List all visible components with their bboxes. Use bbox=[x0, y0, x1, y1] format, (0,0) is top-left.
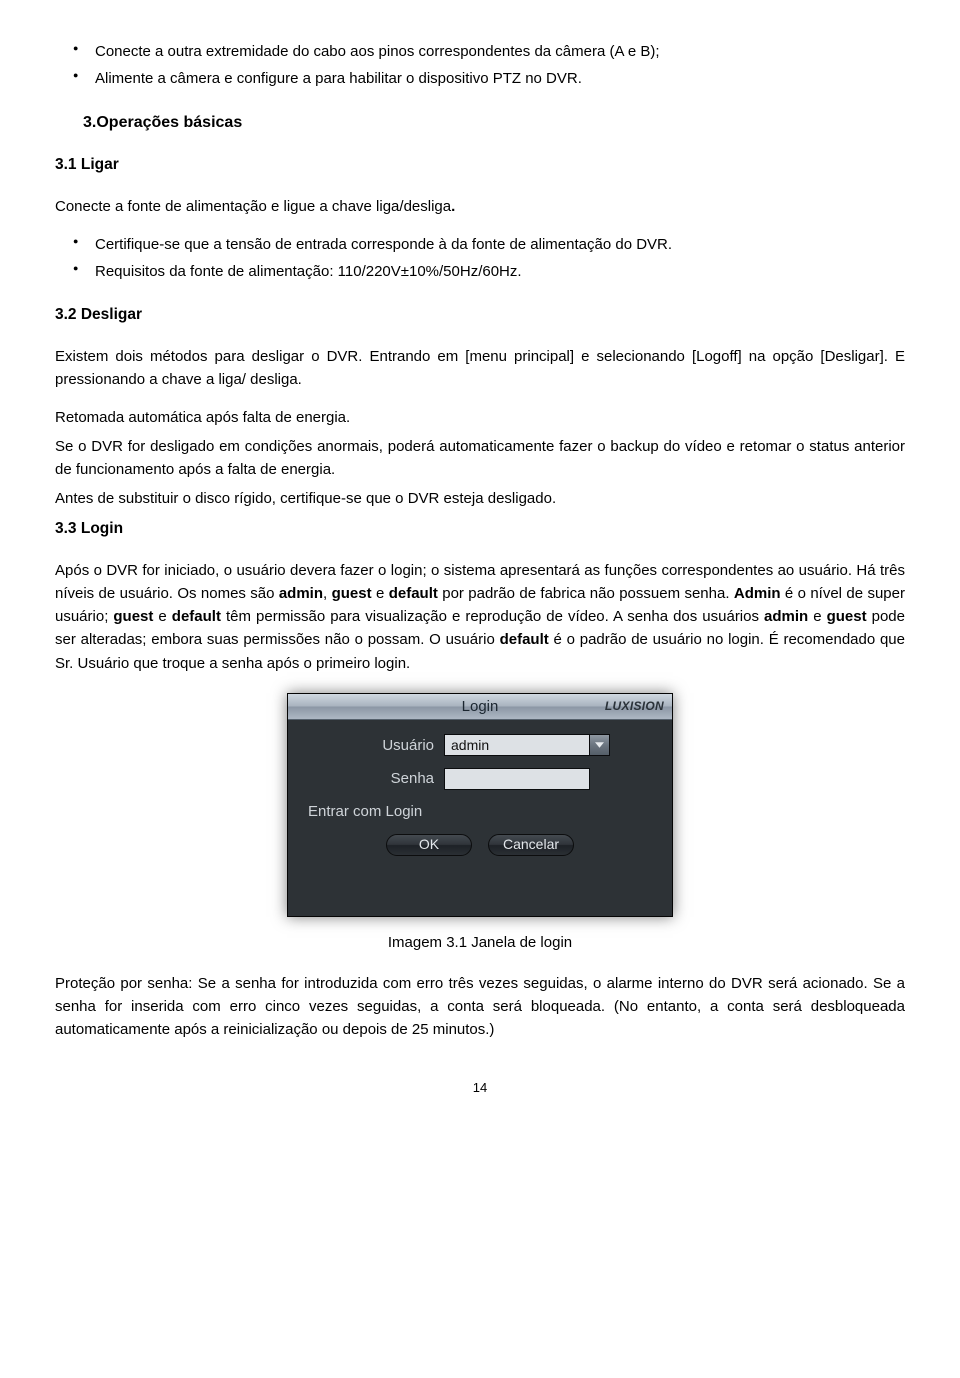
login-dialog-figure: Login LUXISION Usuário admin Senha Entra… bbox=[55, 693, 905, 917]
chevron-down-icon[interactable] bbox=[589, 735, 609, 755]
password-label: Senha bbox=[306, 767, 444, 790]
user-label: Usuário bbox=[306, 734, 444, 757]
login-mode-label: Entrar com Login bbox=[306, 800, 432, 823]
text-bold: default bbox=[389, 585, 438, 602]
intro-bullets: Conecte a outra extremidade do cabo aos … bbox=[73, 40, 905, 91]
section-3-2-heading: 3.2 Desligar bbox=[55, 303, 905, 327]
text-bold: admin bbox=[279, 585, 323, 602]
section-3-3-p1: Após o DVR for iniciado, o usuário dever… bbox=[55, 559, 905, 675]
text-bold: guest bbox=[332, 585, 372, 602]
user-row: Usuário admin bbox=[306, 734, 654, 757]
password-row: Senha bbox=[306, 767, 654, 790]
cancel-button[interactable]: Cancelar bbox=[488, 834, 574, 856]
big-period: . bbox=[451, 198, 455, 215]
user-select-value: admin bbox=[445, 735, 589, 757]
text-bold: Admin bbox=[734, 585, 781, 602]
list-item: Conecte a outra extremidade do cabo aos … bbox=[73, 40, 905, 63]
ok-button[interactable]: OK bbox=[386, 834, 472, 856]
section-3-1-intro: Conecte a fonte de alimentação e ligue a… bbox=[55, 195, 905, 218]
login-buttons: OK Cancelar bbox=[306, 834, 654, 856]
text-bold: default bbox=[500, 631, 549, 648]
text: Conecte a fonte de alimentação e ligue a… bbox=[55, 198, 451, 215]
section-3-3-heading: 3.3 Login bbox=[55, 517, 905, 541]
extra-row: Entrar com Login bbox=[306, 800, 654, 823]
text: , bbox=[323, 585, 332, 602]
brand-logo: LUXISION bbox=[605, 697, 664, 716]
section-3-1-bullets: Certifique-se que a tensão de entrada co… bbox=[73, 233, 905, 284]
section-3-heading: 3.Operações básicas bbox=[83, 111, 905, 136]
resume-body: Se o DVR for desligado em condições anor… bbox=[55, 435, 905, 482]
password-input[interactable] bbox=[444, 768, 590, 790]
user-select[interactable]: admin bbox=[444, 734, 610, 756]
list-item: Certifique-se que a tensão de entrada co… bbox=[73, 233, 905, 256]
list-item: Requisitos da fonte de alimentação: 110/… bbox=[73, 260, 905, 283]
login-titlebar: Login LUXISION bbox=[288, 694, 672, 720]
text: por padrão de fabrica não possuem senha. bbox=[438, 585, 734, 602]
text-bold: guest bbox=[827, 608, 867, 625]
list-item: Alimente a câmera e configure a para hab… bbox=[73, 67, 905, 90]
hdd-note: Antes de substituir o disco rígido, cert… bbox=[55, 487, 905, 510]
text-bold: default bbox=[172, 608, 221, 625]
login-dialog: Login LUXISION Usuário admin Senha Entra… bbox=[287, 693, 673, 917]
text: e bbox=[372, 585, 389, 602]
password-protection: Proteção por senha: Se a senha for intro… bbox=[55, 972, 905, 1042]
figure-caption: Imagem 3.1 Janela de login bbox=[55, 931, 905, 954]
text: e bbox=[153, 608, 171, 625]
section-3-2-p1: Existem dois métodos para desligar o DVR… bbox=[55, 345, 905, 392]
resume-title: Retomada automática após falta de energi… bbox=[55, 406, 905, 429]
login-body: Usuário admin Senha Entrar com Login OK … bbox=[288, 720, 672, 916]
text-bold: admin bbox=[764, 608, 808, 625]
section-3-1-heading: 3.1 Ligar bbox=[55, 153, 905, 177]
page-number: 14 bbox=[55, 1078, 905, 1098]
text: e bbox=[808, 608, 826, 625]
text-bold: guest bbox=[113, 608, 153, 625]
text: têm permissão para visualização e reprod… bbox=[221, 608, 764, 625]
